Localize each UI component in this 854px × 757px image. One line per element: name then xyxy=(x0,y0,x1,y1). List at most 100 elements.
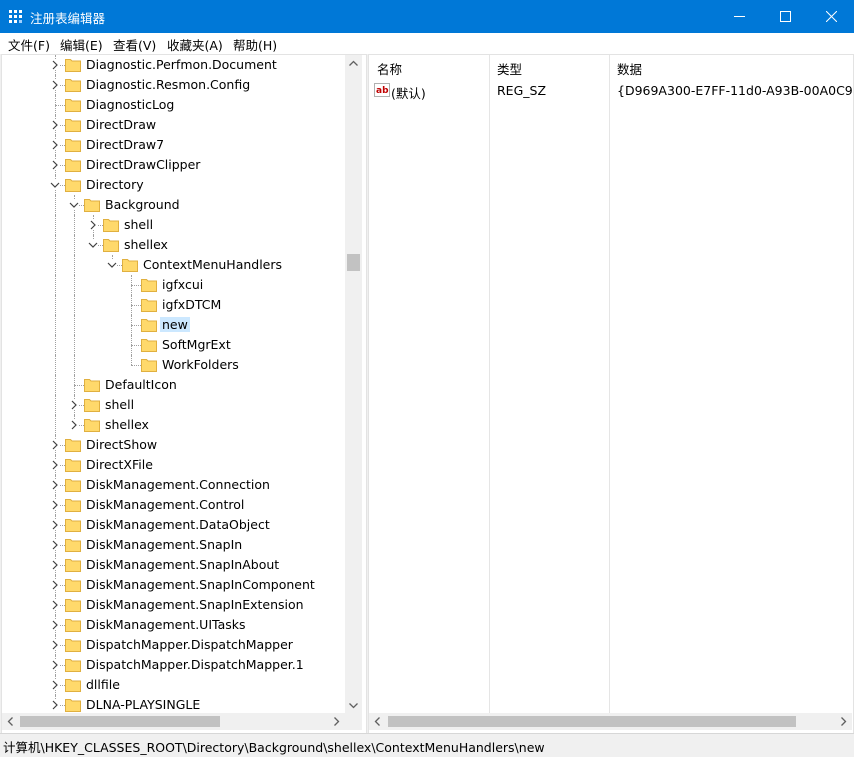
tree-item-label[interactable]: Diagnostic.Resmon.Config xyxy=(84,77,252,92)
tree-item[interactable]: DispatchMapper.DispatchMapper.1 xyxy=(2,655,346,675)
tree-item[interactable]: shellex xyxy=(2,235,346,255)
chevron-right-icon[interactable] xyxy=(69,420,79,430)
tree-vertical-scrollbar[interactable] xyxy=(345,55,362,714)
chevron-right-icon[interactable] xyxy=(50,60,60,70)
title-bar[interactable]: 注册表编辑器 xyxy=(0,0,854,33)
tree-item-label[interactable]: DiskManagement.SnapIn xyxy=(84,537,244,552)
tree-item-label[interactable]: DiskManagement.SnapInAbout xyxy=(84,557,281,572)
maximize-button[interactable] xyxy=(762,0,808,33)
scroll-right-button[interactable] xyxy=(835,713,852,730)
chevron-right-icon[interactable] xyxy=(50,440,60,450)
tree-item[interactable]: DirectXFile xyxy=(2,455,346,475)
chevron-right-icon[interactable] xyxy=(50,160,60,170)
tree-item-label[interactable]: new xyxy=(160,317,190,332)
chevron-right-icon[interactable] xyxy=(50,480,60,490)
chevron-right-icon[interactable] xyxy=(50,140,60,150)
tree-item[interactable]: DirectDraw xyxy=(2,115,346,135)
chevron-right-icon[interactable] xyxy=(50,80,60,90)
chevron-right-icon[interactable] xyxy=(88,220,98,230)
chevron-right-icon[interactable] xyxy=(50,620,60,630)
chevron-right-icon[interactable] xyxy=(50,580,60,590)
tree-item[interactable]: DirectShow xyxy=(2,435,346,455)
tree-item[interactable]: DefaultIcon xyxy=(2,375,346,395)
tree-item[interactable]: DiskManagement.SnapIn xyxy=(2,535,346,555)
tree-vertical-scroll-thumb[interactable] xyxy=(347,254,360,271)
column-header-type[interactable]: 类型 xyxy=(497,59,522,78)
tree-item[interactable]: DLNA-PLAYSINGLE xyxy=(2,695,346,715)
scroll-down-button[interactable] xyxy=(345,697,362,714)
chevron-right-icon[interactable] xyxy=(50,600,60,610)
tree-horizontal-scroll-thumb[interactable] xyxy=(20,716,220,727)
tree-item[interactable]: DiskManagement.Connection xyxy=(2,475,346,495)
tree-item-label[interactable]: DirectDraw7 xyxy=(84,137,166,152)
menu-edit[interactable]: 编辑(E) xyxy=(60,35,103,54)
tree-item-label[interactable]: DiskManagement.UITasks xyxy=(84,617,248,632)
chevron-right-icon[interactable] xyxy=(50,500,60,510)
tree-item[interactable]: DiskManagement.SnapInComponent xyxy=(2,575,346,595)
tree-item[interactable]: Diagnostic.Perfmon.Document xyxy=(2,55,346,75)
tree-item[interactable]: DispatchMapper.DispatchMapper xyxy=(2,635,346,655)
tree-item[interactable]: ContextMenuHandlers xyxy=(2,255,346,275)
tree-item[interactable]: DiskManagement.SnapInExtension xyxy=(2,595,346,615)
tree-item-label[interactable]: shellex xyxy=(122,237,170,252)
column-header-data[interactable]: 数据 xyxy=(617,59,642,78)
chevron-right-icon[interactable] xyxy=(50,540,60,550)
tree-item[interactable]: Background xyxy=(2,195,346,215)
chevron-down-icon[interactable] xyxy=(107,260,117,270)
tree-item-label[interactable]: shell xyxy=(122,217,155,232)
tree-item-label[interactable]: DLNA-PLAYSINGLE xyxy=(84,697,202,712)
values-horizontal-scroll-thumb[interactable] xyxy=(388,716,796,727)
tree-item[interactable]: dllfile xyxy=(2,675,346,695)
registry-values-pane[interactable]: 名称 类型 数据 ab (默认) REG_SZ {D969A300-E7FF-1… xyxy=(368,54,854,734)
tree-item-label[interactable]: WorkFolders xyxy=(160,357,241,372)
tree-item-label[interactable]: dllfile xyxy=(84,677,122,692)
tree-item[interactable]: DiskManagement.DataObject xyxy=(2,515,346,535)
tree-item[interactable]: DirectDrawClipper xyxy=(2,155,346,175)
tree-item-label[interactable]: Diagnostic.Perfmon.Document xyxy=(84,57,279,72)
chevron-down-icon[interactable] xyxy=(69,200,79,210)
chevron-right-icon[interactable] xyxy=(50,640,60,650)
tree-item[interactable]: new xyxy=(2,315,346,335)
tree-item-label[interactable]: shell xyxy=(103,397,136,412)
tree-item[interactable]: igfxcui xyxy=(2,275,346,295)
tree-item-label[interactable]: DirectDrawClipper xyxy=(84,157,202,172)
tree-item[interactable]: DiskManagement.Control xyxy=(2,495,346,515)
chevron-right-icon[interactable] xyxy=(50,120,60,130)
tree-item[interactable]: DiskManagement.UITasks xyxy=(2,615,346,635)
tree-item[interactable]: WorkFolders xyxy=(2,355,346,375)
tree-item-label[interactable]: shellex xyxy=(103,417,151,432)
tree-item-label[interactable]: igfxcui xyxy=(160,277,205,292)
tree-item[interactable]: Directory xyxy=(2,175,346,195)
tree-item-label[interactable]: DispatchMapper.DispatchMapper.1 xyxy=(84,657,306,672)
tree-item-label[interactable]: DirectXFile xyxy=(84,457,155,472)
tree-item[interactable]: DirectDraw7 xyxy=(2,135,346,155)
tree-item[interactable]: igfxDTCM xyxy=(2,295,346,315)
tree-item[interactable]: DiskManagement.SnapInAbout xyxy=(2,555,346,575)
tree-item-label[interactable]: Directory xyxy=(84,177,146,192)
chevron-right-icon[interactable] xyxy=(69,400,79,410)
tree-item-label[interactable]: DirectShow xyxy=(84,437,159,452)
tree-item-label[interactable]: DiskManagement.Control xyxy=(84,497,246,512)
chevron-down-icon[interactable] xyxy=(88,240,98,250)
minimize-button[interactable] xyxy=(716,0,762,33)
column-header-name[interactable]: 名称 xyxy=(377,59,402,78)
tree-item-label[interactable]: ContextMenuHandlers xyxy=(141,257,284,272)
scroll-up-button[interactable] xyxy=(345,55,362,72)
menu-help[interactable]: 帮助(H) xyxy=(233,35,277,54)
scroll-right-button[interactable] xyxy=(328,713,345,730)
chevron-right-icon[interactable] xyxy=(50,660,60,670)
chevron-down-icon[interactable] xyxy=(50,180,60,190)
tree-item[interactable]: DiagnosticLog xyxy=(2,95,346,115)
tree-item-label[interactable]: DiskManagement.DataObject xyxy=(84,517,272,532)
scroll-left-button[interactable] xyxy=(2,713,19,730)
menu-view[interactable]: 查看(V) xyxy=(113,35,156,54)
chevron-right-icon[interactable] xyxy=(50,560,60,570)
menu-favorites[interactable]: 收藏夹(A) xyxy=(167,35,223,54)
tree-item[interactable]: shellex xyxy=(2,415,346,435)
tree-item-label[interactable]: igfxDTCM xyxy=(160,297,223,312)
tree-item[interactable]: SoftMgrExt xyxy=(2,335,346,355)
tree-item[interactable]: Diagnostic.Resmon.Config xyxy=(2,75,346,95)
tree-item-label[interactable]: DirectDraw xyxy=(84,117,158,132)
tree-item-label[interactable]: DiskManagement.Connection xyxy=(84,477,272,492)
tree-item[interactable]: shell xyxy=(2,215,346,235)
